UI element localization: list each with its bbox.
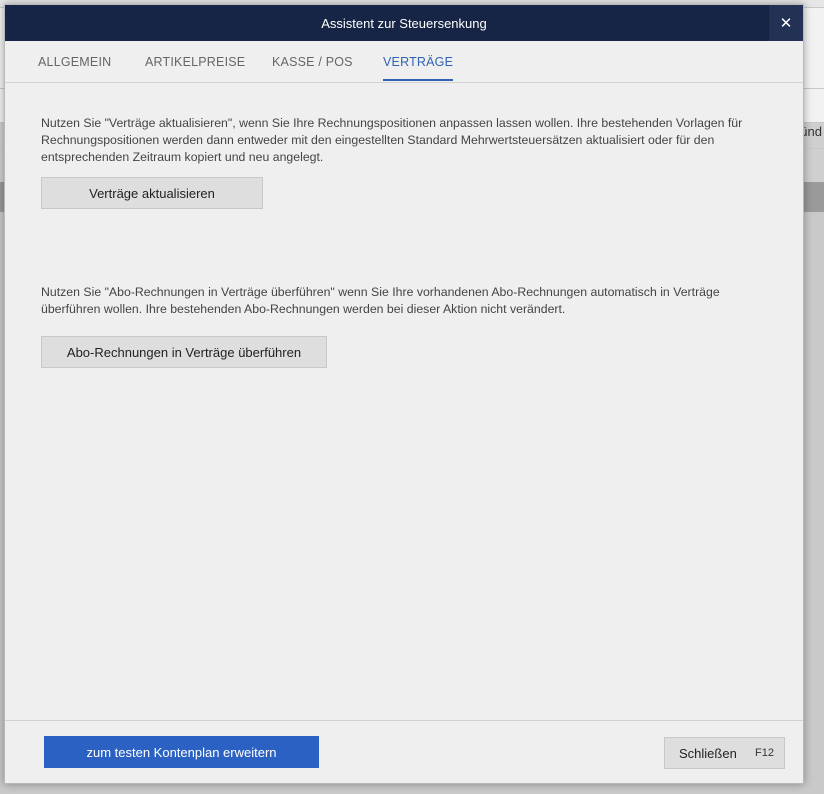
dialog-title: Assistent zur Steuersenkung <box>321 15 487 31</box>
close-icon: ✕ <box>779 15 793 32</box>
close-button[interactable]: ✕ <box>769 5 803 41</box>
dialog-titlebar: Assistent zur Steuersenkung <box>5 5 803 41</box>
contracts-update-description: Nutzen Sie "Verträge aktualisieren", wen… <box>41 116 743 164</box>
close-dialog-label: Schließen <box>679 745 737 761</box>
subscription-convert-description: Nutzen Sie "Abo-Rechnungen in Verträge ü… <box>41 285 720 316</box>
update-contracts-button[interactable]: Verträge aktualisieren <box>41 177 263 209</box>
convert-subscriptions-button[interactable]: Abo-Rechnungen in Verträge überführen <box>41 336 327 368</box>
dialog-footer: zum testen Kontenplan erweitern Schließe… <box>5 720 803 783</box>
tab-artikelpreise[interactable]: ARTIKELPREISE <box>145 55 245 79</box>
close-dialog-button[interactable]: Schließen F12 <box>664 737 785 769</box>
convert-subscriptions-label: Abo-Rechnungen in Verträge überführen <box>66 344 302 360</box>
tab-kasse-pos[interactable]: KASSE / POS <box>272 55 353 79</box>
close-shortcut-hint: F12 <box>755 747 774 759</box>
tab-bar: ALLGEMEIN ARTIKELPREISE KASSE / POS VERT… <box>5 41 803 83</box>
extend-chart-of-accounts-label: zum testen Kontenplan erweitern <box>86 744 277 760</box>
tax-reduction-dialog: Assistent zur Steuersenkung ✕ ALLGEMEIN … <box>4 4 804 784</box>
update-contracts-label: Verträge aktualisieren <box>89 185 215 201</box>
tab-vertraege[interactable]: VERTRÄGE <box>383 55 454 81</box>
tab-allgemein[interactable]: ALLGEMEIN <box>38 55 111 79</box>
extend-chart-of-accounts-button[interactable]: zum testen Kontenplan erweitern <box>44 736 319 768</box>
